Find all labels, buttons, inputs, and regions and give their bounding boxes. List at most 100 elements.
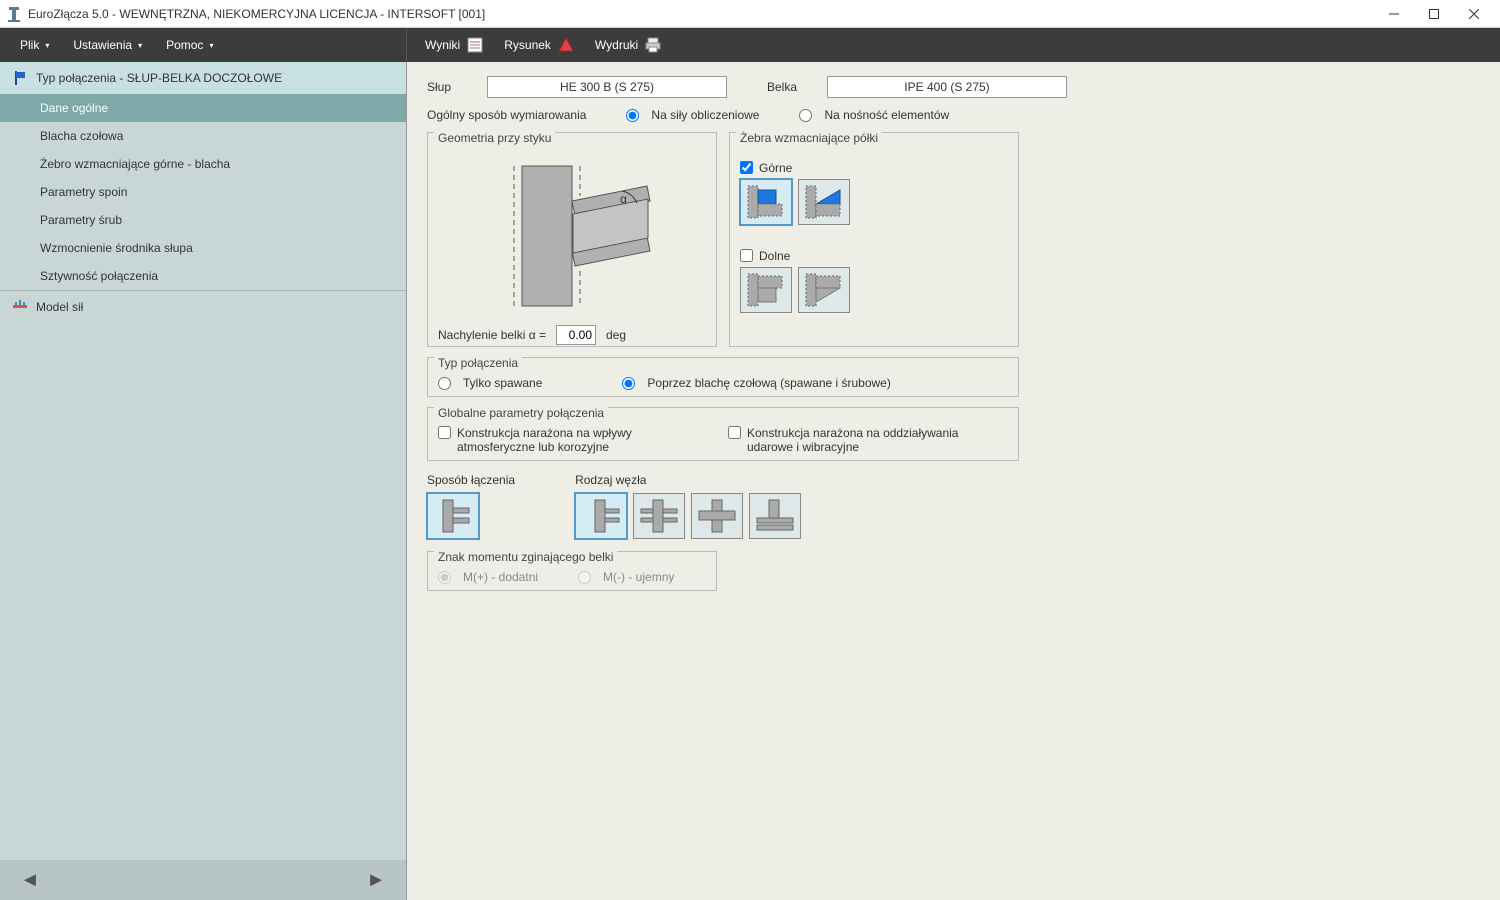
- radio-na-sily-label: Na siły obliczeniowe: [651, 108, 759, 122]
- checkbox-dolne-label: Dolne: [759, 249, 790, 263]
- checkbox-dolne-input[interactable]: [740, 249, 753, 262]
- ogolny-label: Ogólny sposób wymiarowania: [427, 108, 586, 122]
- radio-blache-label: Poprzez blachę czołową (spawane i śrubow…: [647, 376, 890, 390]
- checkbox-udar-input[interactable]: [728, 426, 741, 439]
- prev-button[interactable]: ◄: [20, 869, 40, 892]
- checkbox-gorne-label: Górne: [759, 161, 792, 175]
- dolne-option-2[interactable]: [798, 267, 850, 313]
- checkbox-gorne-input[interactable]: [740, 161, 753, 174]
- radio-m-plus-input: [438, 571, 451, 584]
- sidebar-footer: ◄ ►: [0, 860, 406, 900]
- menu-pomoc[interactable]: Pomoc ▾: [156, 28, 223, 62]
- gorne-option-1[interactable]: [740, 179, 792, 225]
- checkbox-atm-label: Konstrukcja narażona na wpływy atmosfery…: [457, 426, 698, 454]
- gorne-option-2[interactable]: [798, 179, 850, 225]
- radio-na-sily[interactable]: Na siły obliczeniowe: [626, 108, 759, 122]
- rodzaj-option-3[interactable]: [691, 493, 743, 539]
- radio-blache-czolowa[interactable]: Poprzez blachę czołową (spawane i śrubow…: [622, 376, 890, 390]
- sidebar-item-wzmocnienie-srodnika[interactable]: Wzmocnienie środnika słupa: [0, 234, 406, 262]
- zebra-legend: Żebra wzmacniające półki: [736, 131, 882, 145]
- toolbar-wyniki[interactable]: Wyniki: [417, 28, 492, 62]
- main-area: Typ połączenia - SŁUP-BELKA DOCZOŁOWE Da…: [0, 62, 1500, 900]
- menu-pomoc-label: Pomoc: [166, 38, 203, 52]
- svg-text:α: α: [620, 192, 627, 206]
- toolbar-rysunek-label: Rysunek: [504, 38, 551, 52]
- maximize-button[interactable]: [1414, 2, 1454, 26]
- globalne-parametry-fieldset: Globalne parametry połączenia Konstrukcj…: [427, 407, 1019, 461]
- radio-tylko-spawane[interactable]: Tylko spawane: [438, 376, 542, 390]
- menu-plik-label: Plik: [20, 38, 39, 52]
- nachylenie-input[interactable]: [556, 325, 596, 345]
- radio-na-nosnosc-label: Na nośność elementów: [824, 108, 949, 122]
- radio-m-minus: M(-) - ujemny: [578, 570, 674, 584]
- results-icon: [466, 36, 484, 54]
- content-panel: Słup HE 300 B (S 275) Belka IPE 400 (S 2…: [407, 62, 1500, 900]
- caret-icon: ▾: [138, 41, 142, 50]
- sposob-option-1[interactable]: [427, 493, 479, 539]
- znak-legend: Znak momentu zginającego belki: [434, 550, 617, 564]
- checkbox-atm[interactable]: Konstrukcja narażona na wpływy atmosfery…: [438, 426, 698, 454]
- print-icon: [644, 36, 662, 54]
- sidebar-header-label: Typ połączenia - SŁUP-BELKA DOCZOŁOWE: [36, 71, 282, 85]
- toolbar-rysunek[interactable]: Rysunek: [496, 28, 583, 62]
- rodzaj-option-4[interactable]: [749, 493, 801, 539]
- drawing-icon: [557, 36, 575, 54]
- radio-na-sily-input[interactable]: [626, 109, 639, 122]
- radio-tylko-spawane-label: Tylko spawane: [463, 376, 542, 390]
- geometry-diagram: α: [438, 161, 706, 321]
- caret-icon: ▾: [209, 41, 213, 50]
- radio-na-nosnosc[interactable]: Na nośność elementów: [799, 108, 949, 122]
- close-button[interactable]: [1454, 2, 1494, 26]
- radio-m-plus-label: M(+) - dodatni: [463, 570, 538, 584]
- checkbox-gorne[interactable]: Górne: [740, 161, 1008, 175]
- radio-m-minus-label: M(-) - ujemny: [603, 570, 674, 584]
- nachylenie-unit: deg: [606, 328, 626, 342]
- checkbox-atm-input[interactable]: [438, 426, 451, 439]
- geometria-legend: Geometria przy styku: [434, 131, 555, 145]
- caret-icon: ▾: [45, 41, 49, 50]
- sidebar-item-parametry-spoin[interactable]: Parametry spoin: [0, 178, 406, 206]
- radio-m-plus: M(+) - dodatni: [438, 570, 538, 584]
- sidebar-model-sil[interactable]: Model sił: [0, 290, 406, 323]
- sidebar-item-sztywnosc[interactable]: Sztywność połączenia: [0, 262, 406, 290]
- glob-legend: Globalne parametry połączenia: [434, 406, 608, 420]
- minimize-button[interactable]: [1374, 2, 1414, 26]
- zebra-fieldset: Żebra wzmacniające półki Górne Dolne: [729, 132, 1019, 347]
- checkbox-udar-label: Konstrukcja narażona na oddziaływania ud…: [747, 426, 988, 454]
- sidebar: Typ połączenia - SŁUP-BELKA DOCZOŁOWE Da…: [0, 62, 407, 900]
- toolbar-wydruki-label: Wydruki: [595, 38, 638, 52]
- slup-label: Słup: [427, 80, 477, 94]
- geometria-fieldset: Geometria przy styku α Na: [427, 132, 717, 347]
- radio-tylko-spawane-input[interactable]: [438, 377, 451, 390]
- model-forces-icon: [12, 299, 28, 315]
- titlebar: EuroZłącza 5.0 - WEWNĘTRZNA, NIEKOMERCYJ…: [0, 0, 1500, 28]
- sidebar-header[interactable]: Typ połączenia - SŁUP-BELKA DOCZOŁOWE: [0, 62, 406, 94]
- next-button[interactable]: ►: [366, 869, 386, 892]
- znak-momentu-fieldset: Znak momentu zginającego belki M(+) - do…: [427, 551, 717, 591]
- nachylenie-label: Nachylenie belki α =: [438, 328, 546, 342]
- app-icon: [6, 6, 22, 22]
- menubar: Plik▾ Ustawienia▾ Pomoc▾ Wyniki Rysunek …: [0, 28, 1500, 62]
- radio-na-nosnosc-input[interactable]: [799, 109, 812, 122]
- rodzaj-option-2[interactable]: [633, 493, 685, 539]
- belka-value[interactable]: IPE 400 (S 275): [827, 76, 1067, 98]
- toolbar-wyniki-label: Wyniki: [425, 38, 460, 52]
- menu-ustawienia-label: Ustawienia: [73, 38, 132, 52]
- checkbox-udar[interactable]: Konstrukcja narażona na oddziaływania ud…: [728, 426, 988, 454]
- dolne-option-1[interactable]: [740, 267, 792, 313]
- slup-value[interactable]: HE 300 B (S 275): [487, 76, 727, 98]
- rodzaj-option-1[interactable]: [575, 493, 627, 539]
- typ-polaczenia-fieldset: Typ połączenia Tylko spawane Poprzez bla…: [427, 357, 1019, 397]
- sidebar-item-blacha-czolowa[interactable]: Blacha czołowa: [0, 122, 406, 150]
- menu-ustawienia[interactable]: Ustawienia ▾: [63, 28, 152, 62]
- radio-m-minus-input: [578, 571, 591, 584]
- sidebar-item-dane-ogolne[interactable]: Dane ogólne: [0, 94, 406, 122]
- connection-type-icon: [12, 70, 28, 86]
- sidebar-item-zebro-gorne[interactable]: Żebro wzmacniające górne - blacha: [0, 150, 406, 178]
- menu-plik[interactable]: Plik ▾: [10, 28, 59, 62]
- checkbox-dolne[interactable]: Dolne: [740, 249, 1008, 263]
- radio-blache-input[interactable]: [622, 377, 635, 390]
- sidebar-item-parametry-srub[interactable]: Parametry śrub: [0, 206, 406, 234]
- sidebar-model-sil-label: Model sił: [36, 300, 83, 314]
- toolbar-wydruki[interactable]: Wydruki: [587, 28, 670, 62]
